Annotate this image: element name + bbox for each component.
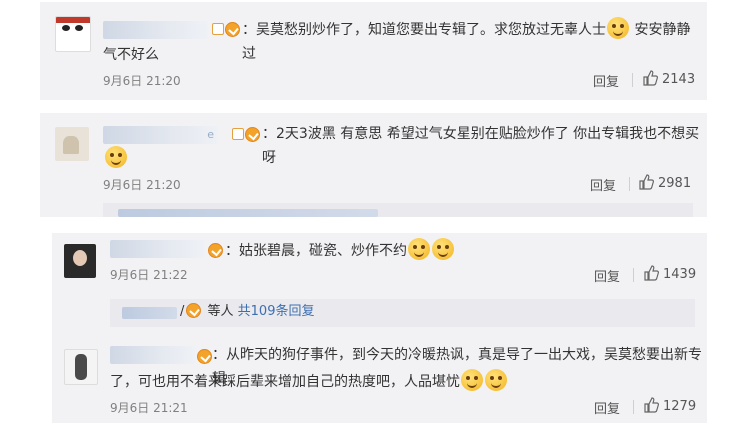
comment-text-line2: 了，可也用不着来踩后辈来增加自己的热度吧，人品堪忧 <box>110 369 508 394</box>
like-count: 2143 <box>662 72 696 87</box>
verified-badge-icon <box>186 303 202 318</box>
reply-button[interactable]: 回复 <box>593 71 619 90</box>
thumbs-up-icon <box>639 174 654 190</box>
reply-button[interactable]: 回复 <box>594 398 620 417</box>
comment-text: ：2天3波黑 有意思 希望过气女星别在贴脸炒作了 你出专辑我也不想买呀 <box>262 126 700 166</box>
avatar[interactable] <box>64 244 96 278</box>
timestamp: 9月6日 21:22 <box>110 268 188 282</box>
thumbs-up-icon <box>644 397 659 413</box>
avatar[interactable] <box>55 127 89 161</box>
smiley-emoji-icon <box>408 238 430 260</box>
avatar[interactable] <box>55 16 91 52</box>
divider <box>632 73 633 87</box>
like-count: 2981 <box>658 176 692 191</box>
smiley-emoji-icon <box>105 146 127 168</box>
verified-badge-icon <box>208 243 223 258</box>
verified-badge-icon <box>197 349 212 364</box>
smiley-emoji-icon <box>485 369 507 391</box>
smiley-emoji-icon <box>461 369 483 391</box>
comment-text: ：姑张碧晨，碰瓷、炒作不约 <box>225 238 455 263</box>
reply-button[interactable]: 回复 <box>594 266 620 285</box>
username-text: e <box>207 128 214 141</box>
timestamp: 9月6日 21:21 <box>110 401 188 415</box>
divider <box>629 177 630 191</box>
comment-text: ：吴莫愁别炒作了，知道您要出专辑了。求您放过无辜人士 安安静静过 <box>242 17 697 66</box>
reply-button[interactable]: 回复 <box>590 175 616 194</box>
timestamp: 9月6日 21:20 <box>103 178 181 192</box>
avatar[interactable] <box>64 349 98 385</box>
sub-reply-blurred <box>122 307 177 319</box>
member-icon <box>212 23 224 35</box>
verified-badge-icon <box>245 127 260 142</box>
divider <box>633 268 634 282</box>
smiley-emoji-icon <box>607 17 629 39</box>
like-button[interactable]: 2143 <box>642 70 695 87</box>
username[interactable] <box>103 21 208 39</box>
divider <box>633 400 634 414</box>
username[interactable] <box>110 240 205 258</box>
like-button[interactable]: 1439 <box>643 265 696 282</box>
like-count: 1439 <box>663 267 697 282</box>
thumbs-up-icon <box>644 265 659 281</box>
timestamp: 9月6日 21:20 <box>103 74 181 88</box>
member-icon <box>232 128 244 140</box>
comment-text-line2: 气不好么 <box>103 47 159 63</box>
thumbs-up-icon <box>643 70 658 86</box>
like-count: 1279 <box>663 399 697 414</box>
verified-badge-icon <box>225 22 240 37</box>
sub-reply-blurred <box>118 209 378 217</box>
username[interactable]: e <box>103 126 218 144</box>
like-button[interactable]: 2981 <box>638 174 691 191</box>
like-button[interactable]: 1279 <box>643 397 696 414</box>
smiley-emoji-icon <box>432 238 454 260</box>
view-replies-link[interactable]: 共109条回复 <box>238 304 315 319</box>
username[interactable] <box>110 346 195 364</box>
sub-reply-summary[interactable]: / 等人 共109条回复 <box>180 300 314 324</box>
